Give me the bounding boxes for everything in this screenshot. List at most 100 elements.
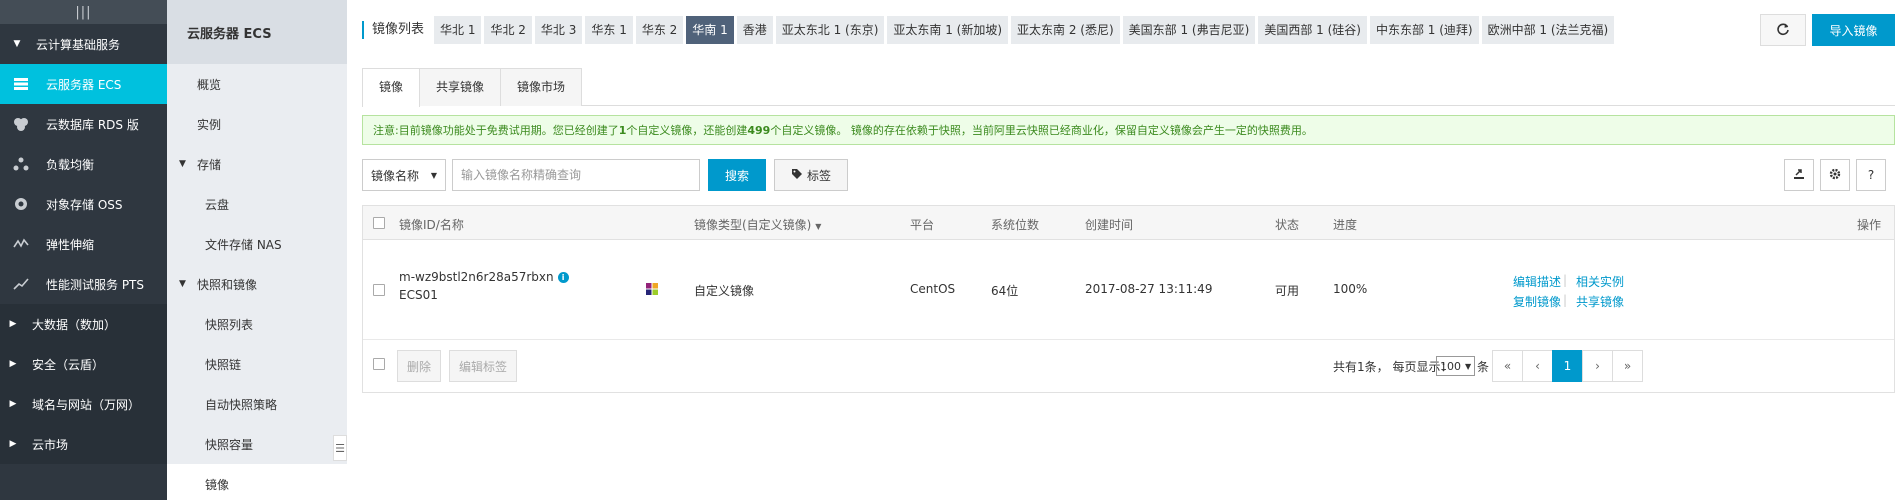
page-button-current[interactable]: 1 xyxy=(1552,350,1583,382)
region-tab[interactable]: 美国西部 1 (硅谷) xyxy=(1258,16,1367,44)
image-type: 自定义镜像 xyxy=(694,284,755,298)
edit-tags-button[interactable]: 编辑标签 xyxy=(449,350,517,382)
nav-item-ecs[interactable]: 云服务器 ECS xyxy=(0,64,167,104)
nav-section-label: 云市场 xyxy=(32,437,69,452)
refresh-button[interactable] xyxy=(1760,14,1806,46)
help-button[interactable]: ? xyxy=(1856,159,1886,191)
caret-down-icon: ▼ xyxy=(179,159,186,169)
region-tab[interactable]: 华北 1 xyxy=(434,16,482,44)
nav-item-ess[interactable]: 弹性伸缩 xyxy=(0,224,167,264)
select-all-checkbox[interactable] xyxy=(373,217,385,229)
page-size-select[interactable]: 100 ▼ xyxy=(1436,356,1476,376)
nav-item-label: 负载均衡 xyxy=(46,157,95,172)
nav-item-slb[interactable]: 负载均衡 xyxy=(0,144,167,184)
region-tab[interactable]: 华东 2 xyxy=(635,16,684,44)
related-instances-link[interactable]: 相关实例 xyxy=(1576,273,1624,290)
nav-item-pts[interactable]: 性能测试服务 PTS xyxy=(0,264,167,304)
subnav-item-snapshot-list[interactable]: 快照列表 xyxy=(167,304,347,344)
prev-page-button[interactable]: ‹ xyxy=(1522,350,1553,382)
region-tab[interactable]: 欧洲中部 1 (法兰克福) xyxy=(1481,16,1615,44)
delete-button[interactable]: 删除 xyxy=(397,350,441,382)
tab-shared-images[interactable]: 共享镜像 xyxy=(419,68,502,106)
nav-item-label: 云数据库 RDS 版 xyxy=(46,117,139,132)
region-tab-active[interactable]: 华南 1 xyxy=(686,16,734,44)
tag-icon xyxy=(791,168,803,183)
subnav-group-storage[interactable]: ▼ 存储 xyxy=(167,144,347,184)
nav-item-label: 性能测试服务 PTS xyxy=(46,277,144,292)
caret-right-icon: ▶ xyxy=(9,319,17,329)
caret-down-icon: ▼ xyxy=(1465,361,1472,371)
region-tab[interactable]: 亚太东南 1 (新加坡) xyxy=(887,16,1009,44)
nav-section-domain[interactable]: ▶ 域名与网站（万网） xyxy=(0,384,167,424)
region-tab[interactable]: 亚太东南 2 (悉尼) xyxy=(1011,16,1120,44)
subnav-item-snapshot-capacity[interactable]: 快照容量 xyxy=(167,424,347,464)
subnav-group-label: 快照和镜像 xyxy=(197,277,258,292)
col-header-id: 镜像ID/名称 xyxy=(399,218,464,232)
export-button[interactable] xyxy=(1784,159,1814,191)
page-size-unit: 条 xyxy=(1477,360,1490,374)
page-title: 镜像列表 xyxy=(362,21,424,39)
tab-images[interactable]: 镜像 xyxy=(362,68,421,107)
ops-separator: | xyxy=(1563,273,1568,287)
col-header-platform: 平台 xyxy=(910,218,935,232)
col-header-created: 创建时间 xyxy=(1085,218,1134,232)
nav-section-security[interactable]: ▶ 安全（云盾） xyxy=(0,344,167,384)
subnav-item-disk[interactable]: 云盘 xyxy=(167,184,347,224)
left-navigation: ||| ▼ 云计算基础服务 云服务器 ECS 云数据库 RDS 版 负载均衡 对… xyxy=(0,0,167,500)
region-bar: 镜像列表 华北 1 华北 2 华北 3 华东 1 华东 2 华南 1 香港 亚太… xyxy=(362,16,1617,44)
search-field-select[interactable]: 镜像名称 ▼ xyxy=(362,159,446,191)
first-page-button[interactable]: « xyxy=(1492,350,1523,382)
last-page-button[interactable]: » xyxy=(1612,350,1643,382)
row-checkbox[interactable] xyxy=(373,284,385,296)
settings-button[interactable] xyxy=(1820,159,1850,191)
caret-right-icon: ▶ xyxy=(9,359,17,369)
image-status: 可用 xyxy=(1275,284,1300,298)
region-tab[interactable]: 亚太东北 1 (东京) xyxy=(775,16,885,44)
main-content: 镜像列表 华北 1 华北 2 华北 3 华东 1 华东 2 华南 1 香港 亚太… xyxy=(347,0,1900,500)
copy-image-link[interactable]: 复制镜像 xyxy=(1513,293,1561,310)
page-size-value: 100 xyxy=(1440,359,1461,373)
region-tab[interactable]: 香港 xyxy=(736,16,773,44)
subnav-group-snapshots[interactable]: ▼ 快照和镜像 xyxy=(167,264,347,304)
nav-item-oss[interactable]: 对象存储 OSS xyxy=(0,184,167,224)
subnav-group-label: 存储 xyxy=(197,157,222,172)
share-image-link[interactable]: 共享镜像 xyxy=(1576,293,1624,310)
nav-item-label: 对象存储 OSS xyxy=(46,197,123,212)
col-header-bits: 系统位数 xyxy=(991,218,1040,232)
search-input[interactable] xyxy=(452,159,700,191)
subnav-item-auto-policy[interactable]: 自动快照策略 xyxy=(167,384,347,424)
nav-section-bigdata[interactable]: ▶ 大数据（数加） xyxy=(0,304,167,344)
next-page-button[interactable]: › xyxy=(1582,350,1613,382)
edit-description-link[interactable]: 编辑描述 xyxy=(1513,273,1561,290)
subnav-item-snapshot-chain[interactable]: 快照链 xyxy=(167,344,347,384)
subnav-item-instances[interactable]: 实例 xyxy=(167,104,347,144)
menu-collapse-bar[interactable]: ||| xyxy=(0,0,167,24)
nav-section-label: 安全（云盾） xyxy=(32,357,105,372)
region-tab[interactable]: 华北 2 xyxy=(484,16,532,44)
col-header-type[interactable]: 镜像类型(自定义镜像) ▼ xyxy=(694,216,821,233)
nav-section-market[interactable]: ▶ 云市场 xyxy=(0,424,167,464)
secondary-navigation: 云服务器 ECS 概览 实例 ▼ 存储 云盘 文件存储 NAS ▼ 快照和镜像 … xyxy=(167,0,347,504)
region-tab[interactable]: 华东 1 xyxy=(585,16,633,44)
region-tab[interactable]: 美国东部 1 (弗吉尼亚) xyxy=(1122,16,1256,44)
subnav-item-images[interactable]: 镜像 xyxy=(167,464,347,504)
subnav-item-nas[interactable]: 文件存储 NAS xyxy=(167,224,347,264)
info-icon[interactable]: i xyxy=(557,272,569,283)
search-button[interactable]: 搜索 xyxy=(708,159,766,191)
region-tab[interactable]: 华北 3 xyxy=(534,16,583,44)
menu-collapse-icon[interactable]: ||| xyxy=(75,5,91,20)
footer-select-all-checkbox[interactable] xyxy=(373,358,385,370)
image-created-time: 2017-08-27 13:11:49 xyxy=(1085,282,1213,296)
nav-item-label: 云服务器 ECS xyxy=(46,77,122,92)
nav-item-rds[interactable]: 云数据库 RDS 版 xyxy=(0,104,167,144)
nav-group-cloud-basic[interactable]: ▼ 云计算基础服务 xyxy=(0,24,167,64)
image-progress: 100% xyxy=(1333,282,1368,296)
notice-text: 个自定义镜像。 镜像的存在依赖于快照，当前阿里云快照已经商业化，保留自定义镜像会… xyxy=(770,124,1313,137)
region-tab[interactable]: 中东东部 1 (迪拜) xyxy=(1369,16,1479,44)
subnav-item-overview[interactable]: 概览 xyxy=(167,64,347,104)
tag-button[interactable]: 标签 xyxy=(774,159,848,191)
import-image-button[interactable]: 导入镜像 xyxy=(1812,14,1895,46)
subnav-fold-button[interactable]: ☰ xyxy=(333,435,347,461)
tab-image-market[interactable]: 镜像市场 xyxy=(500,68,583,106)
notice-text: 个自定义镜像，还能创建 xyxy=(626,124,748,137)
